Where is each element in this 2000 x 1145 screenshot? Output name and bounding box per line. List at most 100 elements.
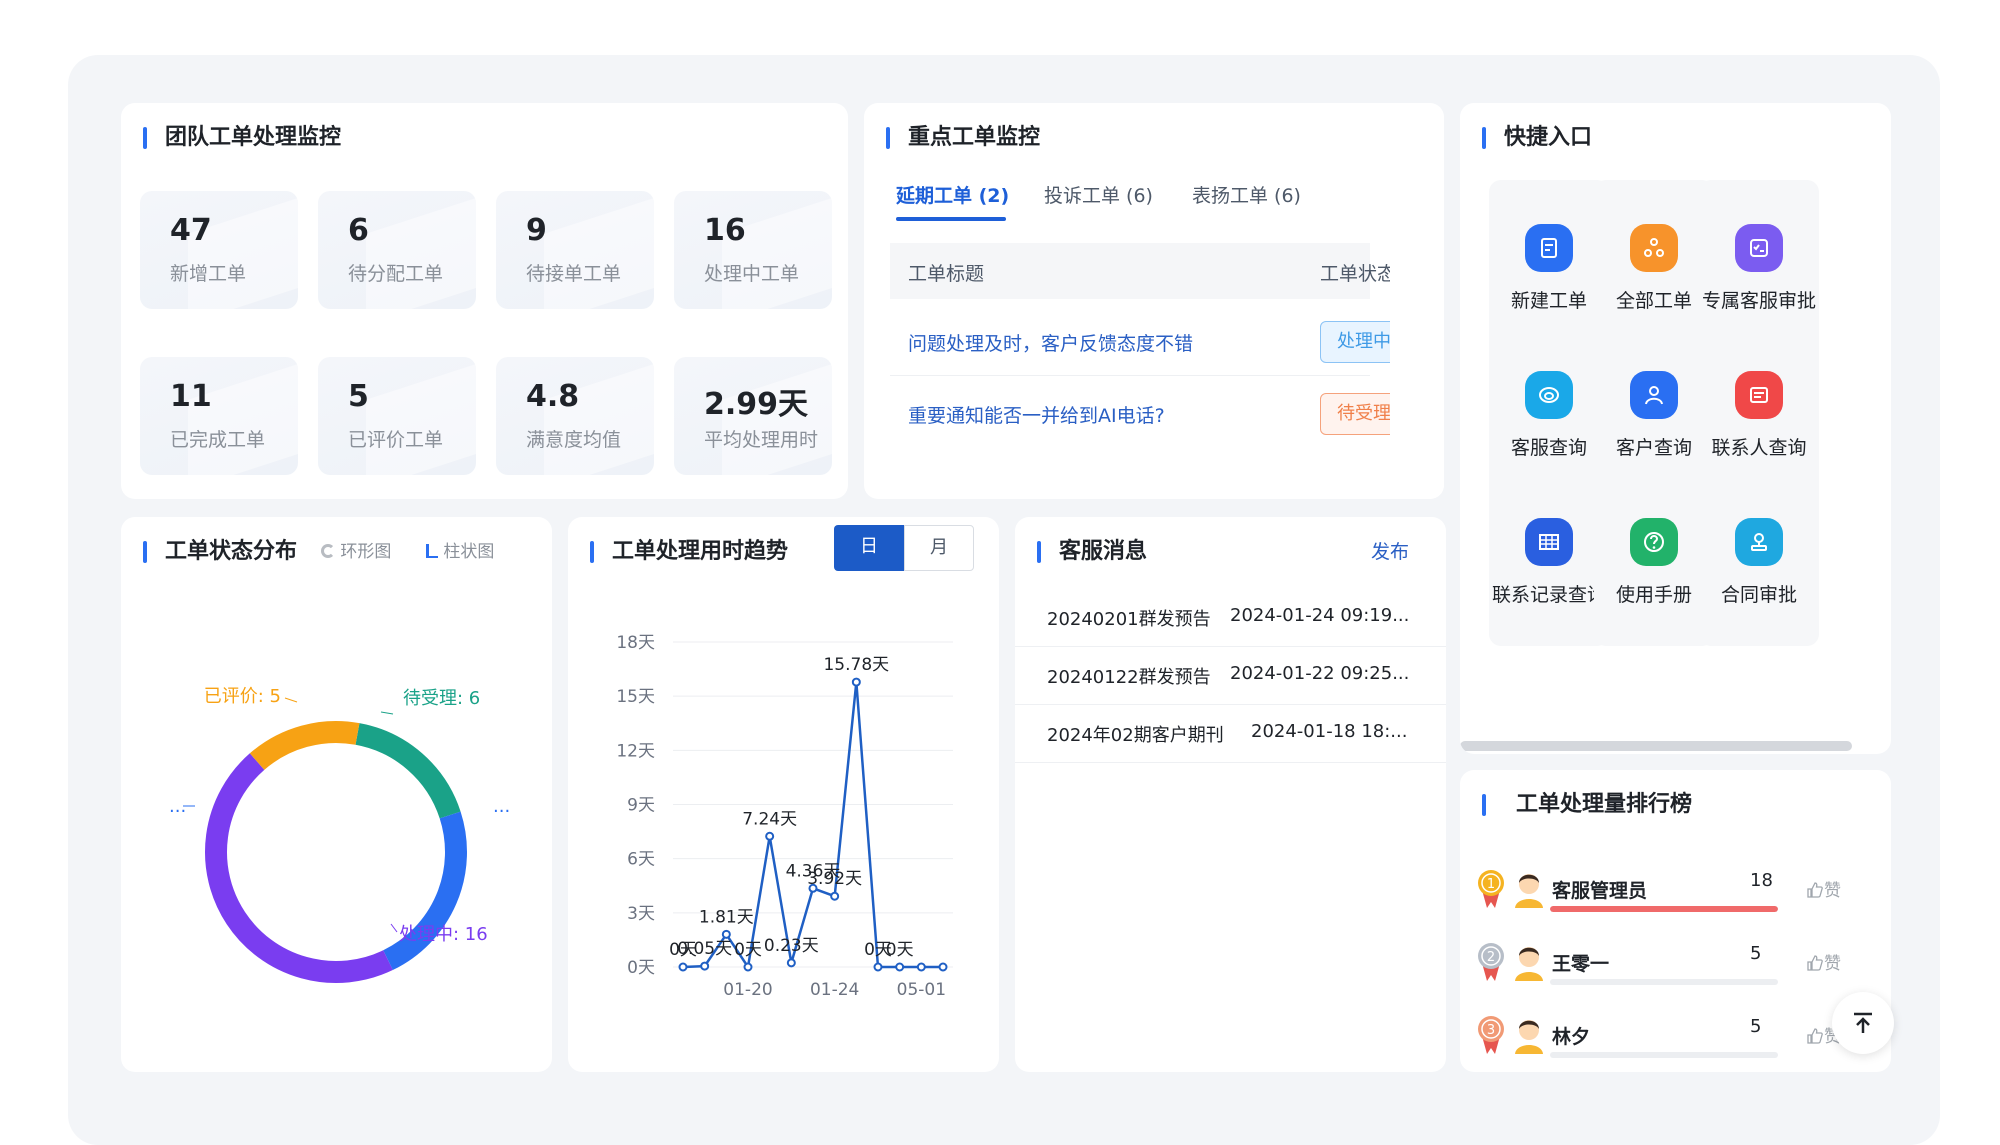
status-distribution-card: 工单状态分布 环形图 柱状图 待受理: 6 处理中: 16 已评价: 5......	[121, 517, 552, 1072]
stat-card[interactable]: 9 待接单工单	[496, 191, 654, 309]
ring-slice-label: 已评价: 5	[204, 686, 281, 707]
stat-value: 6	[348, 213, 369, 248]
message-row[interactable]: 2024年02期客户期刊 2024-01-18 18:...	[1015, 705, 1446, 763]
message-row[interactable]: 20240201群发预告 2024-01-24 09:19...	[1015, 589, 1446, 647]
ring-chart-switch[interactable]: 环形图	[321, 537, 391, 562]
status-distribution-title: 工单状态分布	[143, 537, 297, 567]
message-row[interactable]: 20240122群发预告 2024-01-22 09:25...	[1015, 647, 1446, 705]
trend-card: 工单处理用时趋势 日 月 0天 3天 6天 9天 12天 15天 18天 0天 0.05天 1.8…	[568, 517, 999, 1072]
help-icon	[1630, 518, 1678, 566]
ranking-bar	[1550, 1052, 1778, 1058]
y-tick-label: 3天	[627, 904, 655, 924]
ticket-link-1[interactable]: 问题处理及时，客户反馈态度不错	[908, 329, 1193, 356]
thumb-up-icon	[1807, 955, 1823, 971]
thumb-up-icon	[1807, 882, 1823, 898]
active-tab-indicator	[896, 217, 1006, 221]
stat-card[interactable]: 11 已完成工单	[140, 357, 298, 475]
publish-link[interactable]: 发布	[1371, 537, 1409, 564]
data-point	[743, 962, 753, 972]
tab-complaint[interactable]: 投诉工单 (6)	[1044, 181, 1153, 208]
ranking-bar-fill	[1550, 906, 1778, 912]
ranking-bar	[1550, 906, 1778, 912]
stat-value: 5	[348, 379, 369, 414]
bar-chart-switch[interactable]: 柱状图	[426, 537, 494, 562]
medal-rank: 1	[1487, 877, 1495, 892]
ranking-count: 5	[1750, 943, 1762, 964]
medal-icon: 3	[1478, 1016, 1504, 1054]
bar-chart-icon	[426, 544, 438, 558]
x-tick-label: 01-20	[723, 980, 772, 1000]
stat-label: 满意度均值	[526, 429, 622, 451]
stat-value: 16	[704, 213, 746, 248]
ring-slice	[249, 721, 360, 771]
like-button[interactable]: 赞	[1806, 876, 1841, 901]
stat-card[interactable]: 2.99天 平均处理用时	[674, 357, 832, 475]
ranking-name: 林夕	[1552, 1026, 1591, 1048]
data-label: 3.92天	[807, 869, 862, 889]
stat-label: 待分配工单	[348, 263, 444, 285]
quick-entry-tile[interactable]: 联系记录查询	[1489, 474, 1609, 646]
team-monitor-card: 团队工单处理监控 47 新增工单 6 待分配工单 9 待接单工单 16 处理中工单 11 已完成工…	[121, 103, 848, 499]
avatar	[1515, 947, 1543, 981]
data-point	[916, 962, 926, 972]
ticket-link-2[interactable]: 重要通知能否一并给到AI电话?	[908, 401, 1165, 428]
data-point	[786, 958, 796, 968]
table-clip	[1390, 233, 1444, 499]
data-point	[895, 962, 905, 972]
ranking-name: 王零一	[1552, 953, 1610, 975]
medal-rank: 3	[1487, 1023, 1495, 1038]
data-label: 15.78天	[823, 655, 889, 675]
stat-card[interactable]: 6 待分配工单	[318, 191, 476, 309]
message-title: 2024年02期客户期刊	[1047, 725, 1224, 746]
quick-entry-title: 快捷入口	[1482, 123, 1592, 153]
arrow-up-icon	[1854, 1012, 1872, 1033]
quick-entry-card: 快捷入口 新建工单 全部工单 专属客服审批 客服查询 客户查询 联系人查询 联系记录查询 使用…	[1460, 103, 1891, 754]
ranking-bar	[1550, 979, 1778, 985]
card-icon	[1735, 371, 1783, 419]
user-icon	[1630, 371, 1678, 419]
ring-chart-icon	[321, 544, 335, 558]
data-point	[830, 891, 840, 901]
data-label: 0.05天	[677, 939, 732, 959]
x-tick-label: 01-24	[810, 980, 859, 1000]
y-tick-label: 0天	[627, 958, 655, 978]
ring-slice-label: 处理中: 16	[399, 924, 488, 945]
quick-entry-label: 联系人查询	[1711, 437, 1807, 459]
ranking-row: 1 客服管理员 18 赞	[1460, 858, 1891, 928]
stat-value: 9	[526, 213, 547, 248]
data-label: 0天	[886, 940, 914, 960]
ring-slice-label: ...	[493, 796, 510, 817]
y-tick-label: 15天	[616, 687, 655, 707]
data-label: 0.23天	[764, 936, 819, 956]
col-title-header: 工单标题	[908, 263, 985, 285]
horizontal-scrollbar[interactable]	[1460, 741, 1852, 751]
quick-entry-tile[interactable]: 合同审批	[1699, 474, 1819, 646]
message-title: 20240122群发预告	[1047, 667, 1211, 688]
stat-label: 已评价工单	[348, 429, 444, 451]
trend-line-chart: 0天3天6天9天12天15天18天0天0.05天1.81天0天7.24天0.23…	[616, 633, 953, 1000]
status-tag-2: 待受理	[1320, 393, 1400, 435]
data-point	[765, 831, 775, 841]
stat-card[interactable]: 16 处理中工单	[674, 191, 832, 309]
trend-title: 工单处理用时趋势	[590, 537, 788, 567]
edit-doc-icon	[1525, 224, 1573, 272]
month-toggle[interactable]: 月	[904, 525, 974, 571]
stat-card[interactable]: 47 新增工单	[140, 191, 298, 309]
data-label: 7.24天	[742, 809, 797, 829]
data-point	[721, 929, 731, 939]
data-point	[678, 962, 688, 972]
key-monitor-title: 重点工单监控	[886, 123, 1040, 153]
stat-value: 47	[170, 213, 212, 248]
back-to-top-button[interactable]	[1832, 992, 1894, 1054]
stat-label: 新增工单	[170, 263, 247, 285]
table-header: 工单标题 工单状态	[890, 243, 1396, 299]
messages-title: 客服消息	[1037, 537, 1147, 567]
day-toggle[interactable]: 日	[834, 525, 904, 571]
like-button[interactable]: 赞	[1806, 949, 1841, 974]
stat-card[interactable]: 4.8 满意度均值	[496, 357, 654, 475]
tab-delayed[interactable]: 延期工单 (2)	[896, 181, 1009, 208]
medal-icon: 2	[1478, 943, 1504, 981]
stat-card[interactable]: 5 已评价工单	[318, 357, 476, 475]
quick-entry-tile[interactable]: 使用手册	[1594, 474, 1714, 646]
tab-praise[interactable]: 表扬工单 (6)	[1192, 181, 1301, 208]
